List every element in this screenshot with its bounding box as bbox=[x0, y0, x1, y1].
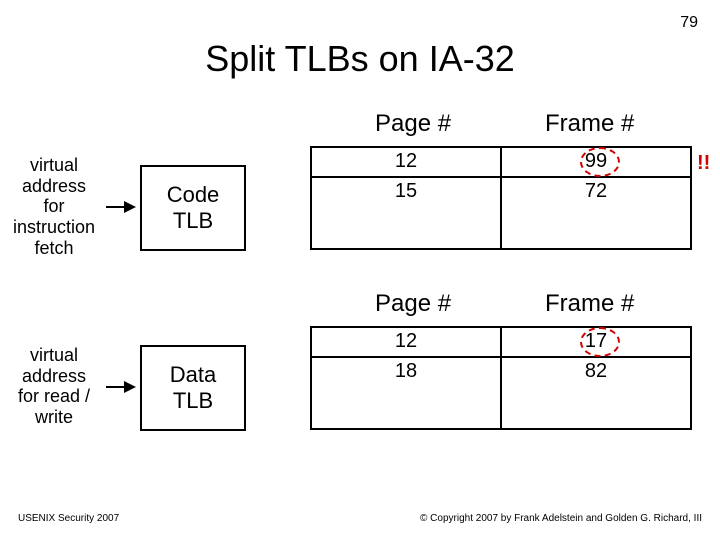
table-code-tlb: 12 99 15 72 bbox=[310, 146, 692, 250]
label-code-tlb: virtualaddressforinstructionfetch bbox=[4, 155, 104, 258]
highlight-circle-icon bbox=[580, 327, 620, 357]
table-data-tlb: 12 17 18 82 bbox=[310, 326, 692, 430]
table-row: 18 82 bbox=[311, 357, 691, 429]
table-row: 15 72 bbox=[311, 177, 691, 249]
box-code-tlb: CodeTLB bbox=[140, 165, 246, 251]
cell-frame: 72 bbox=[501, 177, 691, 249]
cell-page: 12 bbox=[311, 147, 501, 177]
header-page-upper: Page # bbox=[375, 110, 451, 138]
header-page-lower: Page # bbox=[375, 290, 451, 318]
cell-page: 18 bbox=[311, 357, 501, 429]
bang-marker: !! bbox=[697, 152, 710, 175]
arrow-icon bbox=[106, 386, 134, 388]
table-row: 12 99 bbox=[311, 147, 691, 177]
header-frame-upper: Frame # bbox=[545, 110, 634, 138]
box-data-tlb: DataTLB bbox=[140, 345, 246, 431]
cell-page: 12 bbox=[311, 327, 501, 357]
highlight-circle-icon bbox=[580, 147, 620, 177]
footer-right: © Copyright 2007 by Frank Adelstein and … bbox=[420, 513, 702, 524]
cell-frame: 82 bbox=[501, 357, 691, 429]
footer-left: USENIX Security 2007 bbox=[18, 513, 119, 524]
header-frame-lower: Frame # bbox=[545, 290, 634, 318]
page-title: Split TLBs on IA-32 bbox=[0, 38, 720, 80]
label-data-tlb: virtualaddressfor read /write bbox=[4, 345, 104, 428]
table-row: 12 17 bbox=[311, 327, 691, 357]
slide-number: 79 bbox=[680, 14, 698, 32]
arrow-icon bbox=[106, 206, 134, 208]
cell-page: 15 bbox=[311, 177, 501, 249]
